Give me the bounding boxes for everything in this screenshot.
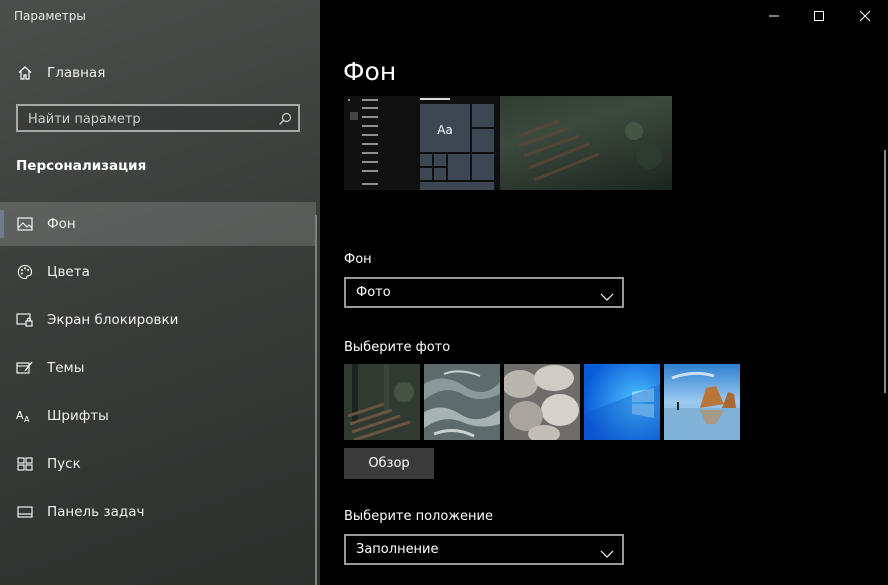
fonts-icon: AA	[16, 407, 34, 425]
sidebar-item-label: Шрифты	[47, 408, 109, 424]
sidebar-item-label: Панель задач	[47, 504, 145, 520]
fit-value: Заполнение	[356, 542, 439, 557]
sidebar-item-label: Пуск	[47, 456, 81, 472]
background-label: Фон	[344, 252, 372, 267]
lock-screen-icon	[16, 311, 34, 329]
sidebar-item-label: Темы	[47, 360, 85, 376]
main-content: Фон Aa Фон Фото Выберите фото Обзор Выбе…	[320, 0, 888, 585]
sidebar-item-taskbar[interactable]: Панель задач	[0, 490, 316, 534]
photo-thumbnail-waves[interactable]	[424, 364, 500, 440]
sidebar-item-start[interactable]: Пуск	[0, 442, 316, 486]
preview-tile-text: Aa	[437, 123, 453, 137]
photo-thumbnail-beach[interactable]	[664, 364, 740, 440]
themes-icon	[16, 359, 34, 377]
sidebar-scrollbar[interactable]	[315, 215, 317, 585]
page-title: Фон	[343, 57, 397, 86]
picture-icon	[16, 215, 34, 233]
photo-thumbnail-windows[interactable]	[584, 364, 660, 440]
minimize-button[interactable]	[763, 6, 785, 26]
sidebar: Параметры Главная Персонализация Фон Цве…	[0, 0, 320, 585]
window-title: Параметры	[14, 9, 86, 23]
close-button[interactable]	[854, 6, 876, 26]
chevron-down-icon	[600, 287, 614, 306]
background-type-value: Фото	[356, 285, 391, 300]
sidebar-item-colors[interactable]: Цвета	[0, 250, 316, 294]
sidebar-item-label: Экран блокировки	[47, 312, 179, 328]
sidebar-item-label: Главная	[47, 65, 106, 81]
sidebar-item-fonts[interactable]: AA Шрифты	[0, 394, 316, 438]
palette-icon	[16, 263, 34, 281]
search-input[interactable]	[26, 109, 270, 129]
sidebar-item-lock-screen[interactable]: Экран блокировки	[0, 298, 316, 342]
taskbar-icon	[16, 503, 34, 521]
sidebar-item-label: Фон	[47, 216, 76, 232]
background-type-dropdown[interactable]: Фото	[344, 277, 624, 308]
choose-photo-label: Выберите фото	[344, 340, 451, 355]
search-box[interactable]	[16, 104, 300, 132]
main-scrollbar[interactable]	[884, 150, 886, 393]
svg-text:A: A	[24, 415, 30, 424]
svg-text:A: A	[16, 409, 24, 422]
maximize-button[interactable]	[808, 6, 830, 26]
background-preview: Aa	[344, 96, 672, 190]
photo-thumbnail-pebbles[interactable]	[502, 364, 580, 443]
sidebar-item-themes[interactable]: Темы	[0, 346, 316, 390]
browse-button[interactable]: Обзор	[344, 448, 434, 479]
chevron-down-icon	[600, 544, 614, 563]
section-title: Персонализация	[16, 158, 147, 174]
sidebar-item-background[interactable]: Фон	[0, 202, 316, 246]
home-icon	[16, 64, 34, 82]
fit-label: Выберите положение	[344, 509, 493, 524]
search-icon[interactable]	[278, 111, 292, 130]
sidebar-item-home[interactable]: Главная	[0, 51, 316, 95]
fit-dropdown[interactable]: Заполнение	[344, 534, 624, 565]
start-icon	[16, 455, 34, 473]
photo-thumbnail-forest[interactable]	[344, 364, 420, 442]
sidebar-item-label: Цвета	[47, 264, 90, 280]
